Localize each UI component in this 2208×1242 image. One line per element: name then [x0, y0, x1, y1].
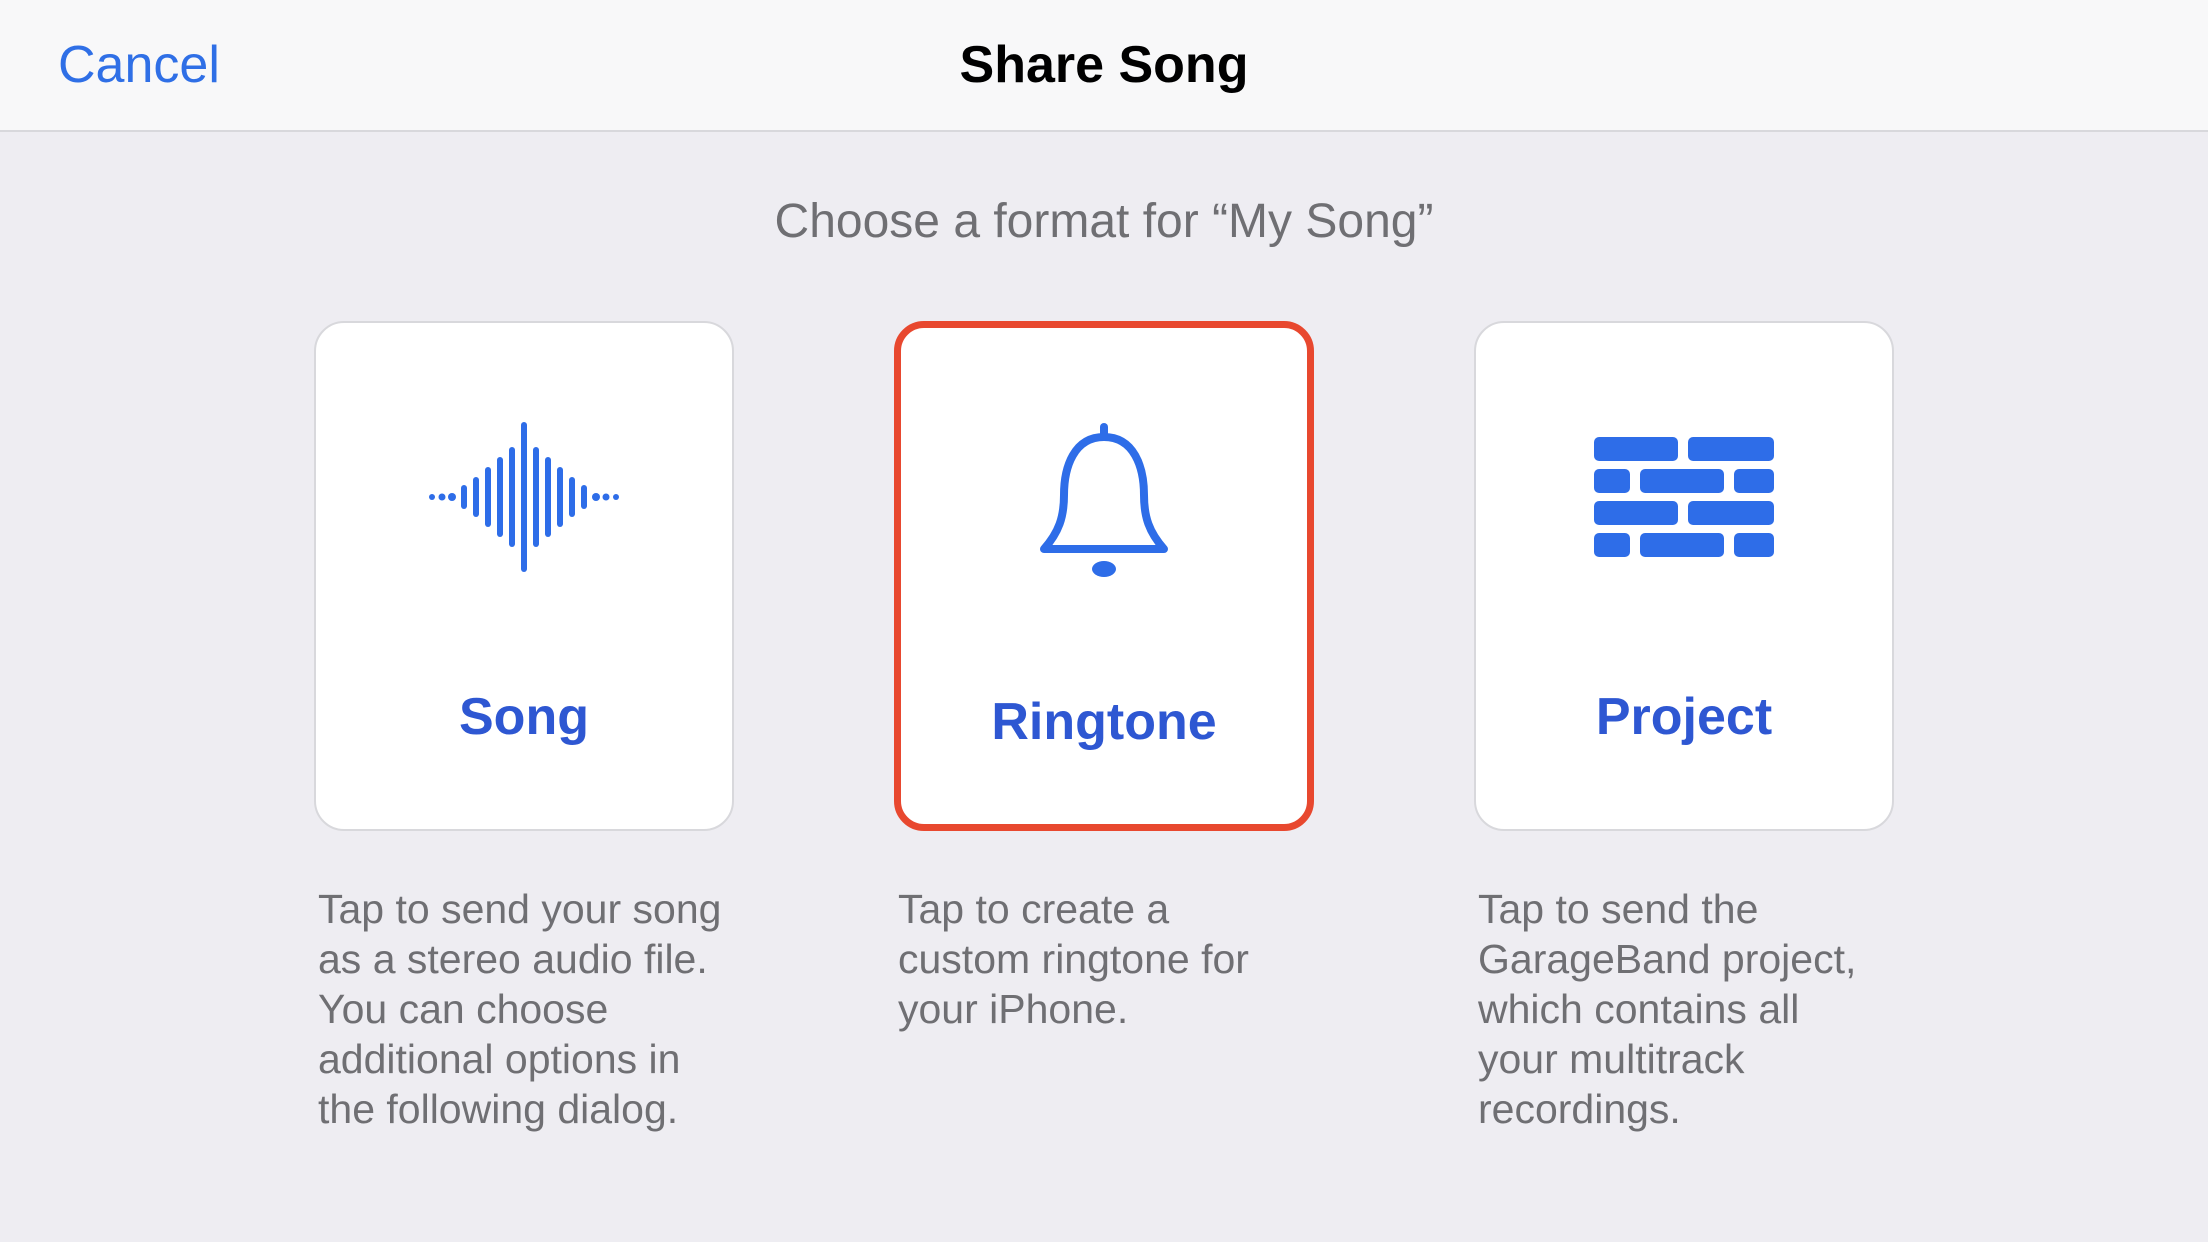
card-ringtone-label: Ringtone — [991, 692, 1216, 752]
card-project[interactable]: Project — [1474, 321, 1894, 831]
option-project: Project Tap to send the GarageBand proje… — [1474, 321, 1894, 1134]
option-song: Song Tap to send your song as a stereo a… — [314, 321, 734, 1134]
header-bar: Cancel Share Song — [0, 0, 2208, 132]
card-song[interactable]: Song — [314, 321, 734, 831]
option-ringtone: Ringtone Tap to create a custom ringtone… — [894, 321, 1314, 1134]
bricks-icon — [1594, 407, 1774, 587]
bell-icon — [1024, 412, 1184, 592]
cancel-button[interactable]: Cancel — [58, 35, 220, 95]
page-title: Share Song — [0, 35, 2208, 95]
options-row: Song Tap to send your song as a stereo a… — [0, 321, 2208, 1134]
card-project-label: Project — [1596, 687, 1772, 747]
card-song-label: Song — [459, 687, 589, 747]
description-song: Tap to send your song as a stereo audio … — [314, 884, 734, 1134]
card-ringtone[interactable]: Ringtone — [894, 321, 1314, 831]
description-project: Tap to send the GarageBand project, whic… — [1474, 884, 1894, 1134]
waveform-icon — [414, 407, 634, 587]
description-ringtone: Tap to create a custom ringtone for your… — [894, 884, 1314, 1034]
subtitle-text: Choose a format for “My Song” — [0, 194, 2208, 249]
